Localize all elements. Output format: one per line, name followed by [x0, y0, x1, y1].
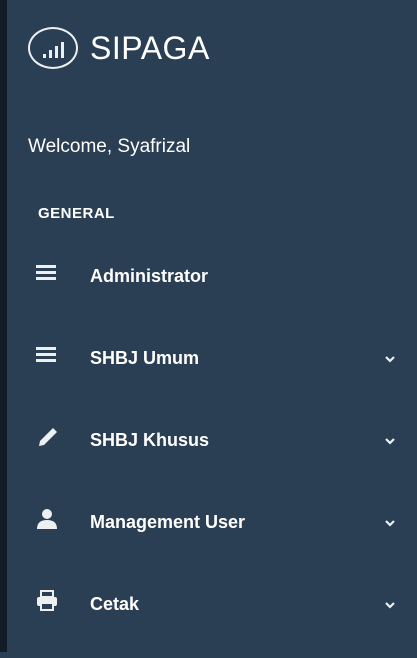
pencil-icon — [39, 428, 57, 446]
chevron-down-icon — [385, 520, 395, 527]
welcome-text: Welcome, Syafrizal — [28, 136, 191, 157]
brand-title: SIPAGA — [90, 29, 210, 66]
chevron-down-icon — [385, 356, 395, 363]
chevron-down-icon — [385, 602, 395, 609]
sidebar-item-administrator[interactable]: Administrator — [0, 248, 417, 330]
brand[interactable]: SIPAGA — [28, 24, 210, 72]
user-icon — [37, 509, 57, 529]
sidebar-menu: Administrator SHBJ Umum SHBJ Khusus Mana… — [0, 248, 417, 658]
section-title-general: GENERAL — [38, 205, 115, 222]
bars-icon — [36, 347, 56, 362]
chevron-down-icon — [385, 438, 395, 445]
sidebar-item-label: SHBJ Khusus — [90, 430, 210, 450]
sidebar-item-shbj-umum[interactable]: SHBJ Umum — [0, 330, 417, 412]
sidebar-item-shbj-khusus[interactable]: SHBJ Khusus — [0, 412, 417, 494]
bars-icon — [36, 265, 56, 280]
sidebar-item-label: SHBJ Umum — [90, 348, 200, 368]
sidebar-item-label: Cetak — [90, 594, 140, 614]
sidebar: SIPAGA Welcome, Syafrizal GENERAL Admini… — [0, 0, 417, 652]
signal-bars-icon — [28, 27, 78, 69]
sidebar-item-label: Administrator — [90, 266, 209, 286]
sidebar-item-label: Management User — [90, 512, 246, 532]
sidebar-item-management-user[interactable]: Management User — [0, 494, 417, 576]
sidebar-item-cetak[interactable]: Cetak — [0, 576, 417, 658]
print-icon — [37, 590, 57, 611]
